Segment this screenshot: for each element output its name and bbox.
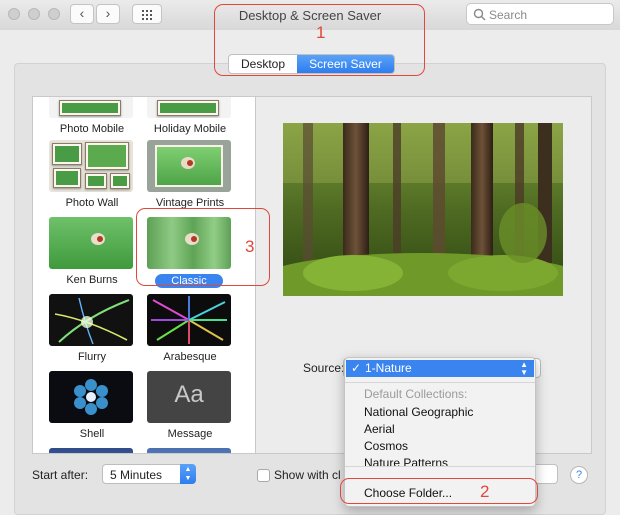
chevron-updown-icon: ▲ ▼ <box>520 360 528 377</box>
saver-ken-burns[interactable]: Ken Burns <box>43 217 141 295</box>
menu-item-selected[interactable]: ✓ 1-Nature ▲ ▼ <box>346 360 534 377</box>
saver-flurry[interactable]: Flurry <box>43 294 141 372</box>
saver-shell[interactable]: Shell <box>43 371 141 449</box>
annotation-number-3: 3 <box>245 237 255 256</box>
source-label: Source: <box>303 361 344 375</box>
checkmark-icon: ✓ <box>351 361 362 375</box>
saver-thumbnail <box>49 97 133 118</box>
saver-label: Arabesque <box>163 351 217 363</box>
saver-label: Photo Mobile <box>59 123 125 135</box>
annotation-box-2 <box>340 478 538 504</box>
saver-photo-mobile[interactable]: Photo Mobile <box>43 97 141 144</box>
saver-arabesque[interactable]: Arabesque <box>141 294 239 372</box>
search-icon <box>473 8 486 21</box>
annotation-number-1: 1 <box>316 23 326 42</box>
saver-message[interactable]: Aa Message <box>141 371 239 449</box>
saver-label: Message <box>167 428 213 440</box>
saver-holiday-mobile[interactable]: Holiday Mobile <box>141 97 239 144</box>
message-thumbnail-text: Aa <box>174 381 204 408</box>
saver-thumbnail: Aa <box>147 371 231 423</box>
saver-thumbnail <box>147 294 231 346</box>
menu-item-nature-patterns[interactable]: Nature Patterns <box>345 455 535 472</box>
start-after-select[interactable]: 5 Minutes ▲ ▼ <box>102 464 196 484</box>
saver-label: Shell <box>79 428 105 440</box>
saver-vintage-prints[interactable]: Vintage Prints <box>141 140 239 218</box>
start-after-label: Start after: <box>32 468 89 482</box>
saver-thumbnail <box>147 140 231 192</box>
saver-thumbnail <box>49 294 133 346</box>
saver-label: Holiday Mobile <box>153 123 227 135</box>
menu-item-cosmos[interactable]: Cosmos <box>345 438 535 455</box>
start-after-value: 5 Minutes <box>110 468 163 482</box>
saver-partial[interactable] <box>141 448 239 453</box>
menu-section-header: Default Collections: <box>364 387 468 401</box>
saver-thumbnail <box>49 217 133 269</box>
show-with-clock-label: Show with cl <box>274 468 341 482</box>
saver-thumbnail <box>147 448 231 453</box>
saver-thumbnail <box>147 97 231 118</box>
show-with-clock-checkbox[interactable] <box>257 469 270 482</box>
search-placeholder: Search <box>489 8 528 22</box>
saver-label: Ken Burns <box>66 274 118 286</box>
saver-label: Photo Wall <box>65 197 119 209</box>
chevron-updown-icon: ▲ ▼ <box>180 464 196 484</box>
menu-item-aerial[interactable]: Aerial <box>345 421 535 438</box>
menu-separator <box>345 466 535 467</box>
menu-item-label: 1-Nature <box>365 361 412 375</box>
search-field[interactable]: Search <box>466 3 614 25</box>
saver-thumbnail <box>49 371 133 423</box>
annotation-number-2: 2 <box>480 482 490 501</box>
menu-separator <box>345 382 535 383</box>
saver-photo-wall[interactable]: Photo Wall <box>43 140 141 218</box>
menu-item-national-geographic[interactable]: National Geographic <box>345 404 535 421</box>
saver-partial[interactable] <box>43 448 141 453</box>
saver-thumbnail <box>49 140 133 192</box>
saver-thumbnail <box>49 448 133 453</box>
help-button[interactable]: ? <box>570 466 588 484</box>
preview-image <box>283 123 563 296</box>
saver-label: Flurry <box>77 351 107 363</box>
